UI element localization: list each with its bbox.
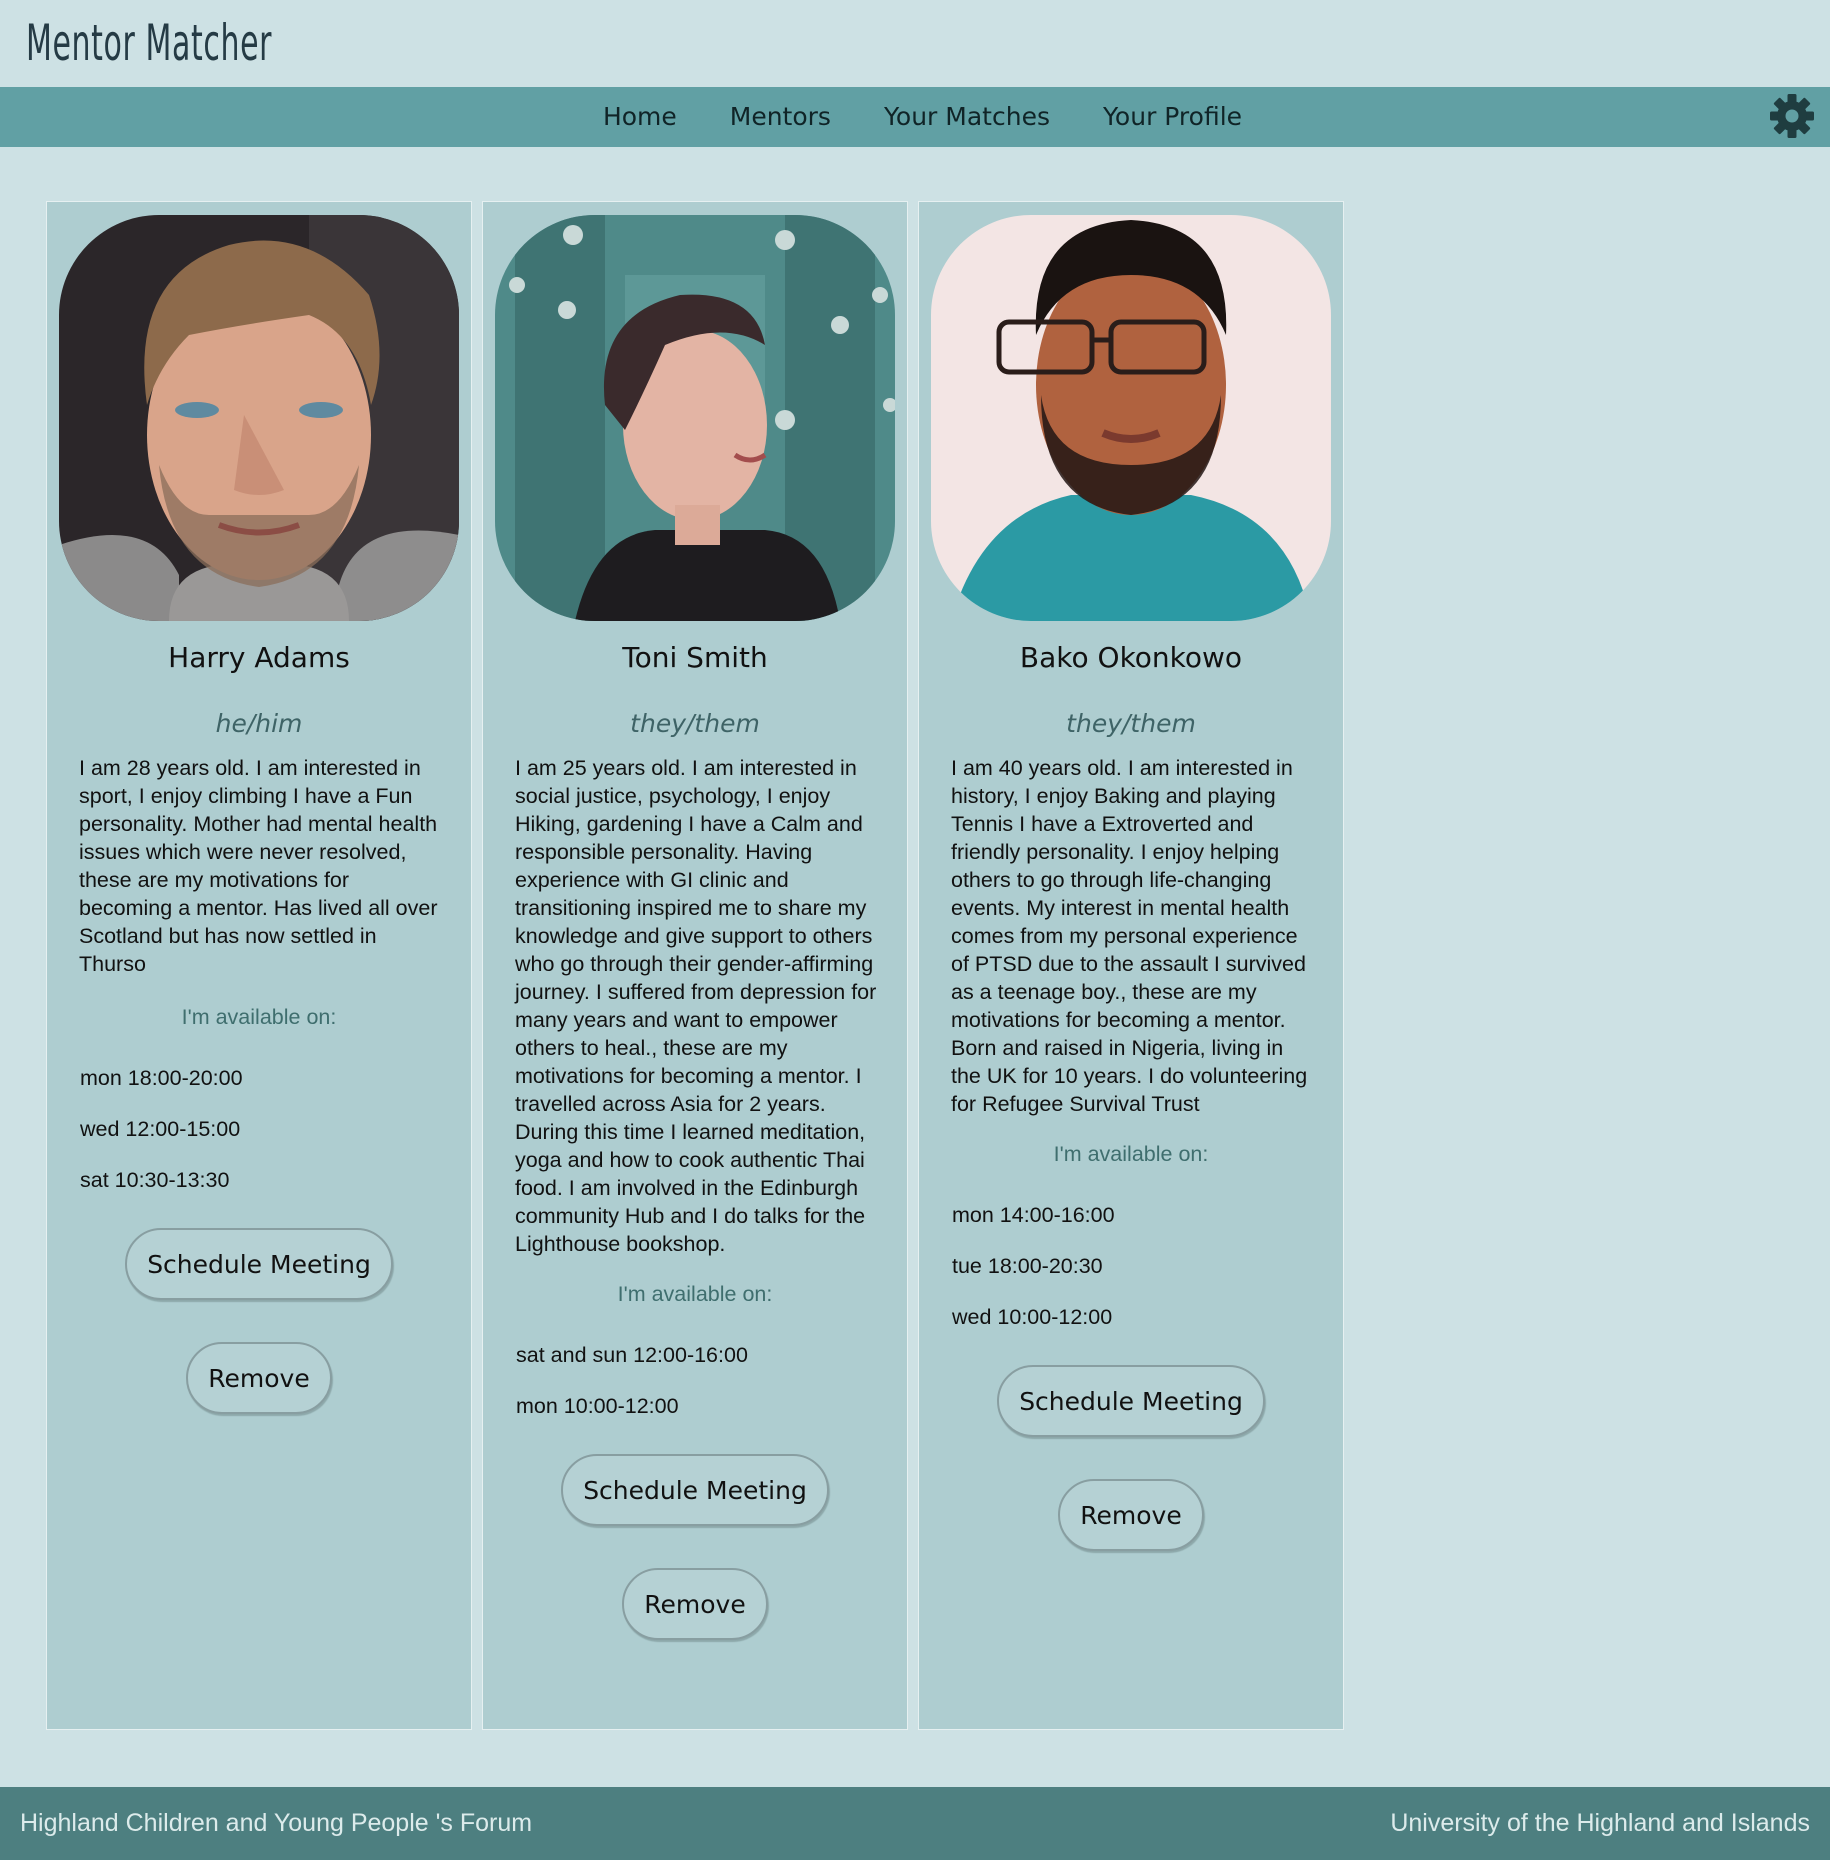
mentor-cards: Harry Adams he/him I am 28 years old. I … xyxy=(46,201,1344,1730)
site-logo[interactable]: Mentor Matcher xyxy=(26,8,436,78)
mentor-name: Bako Okonkowo xyxy=(1019,641,1243,674)
mentor-photo xyxy=(931,215,1331,621)
availability-heading: I'm available on: xyxy=(1053,1142,1209,1166)
schedule-meeting-button[interactable]: Schedule Meeting xyxy=(997,1365,1265,1437)
availability-slot: sat and sun 12:00-16:00 xyxy=(516,1343,748,1367)
mentor-card: Toni Smith they/them I am 25 years old. … xyxy=(482,201,908,1730)
schedule-meeting-button[interactable]: Schedule Meeting xyxy=(125,1228,393,1300)
nav-your-profile[interactable]: Your Profile xyxy=(1103,87,1242,147)
availability-slot: mon 18:00-20:00 xyxy=(80,1066,243,1090)
mentor-name: Harry Adams xyxy=(168,641,350,674)
mentor-pronouns: they/them xyxy=(1066,709,1196,738)
availability-list: sat and sun 12:00-16:00 mon 10:00-12:00 xyxy=(516,1341,907,1443)
availability-slot: wed 10:00-12:00 xyxy=(952,1305,1113,1329)
mentor-pronouns: they/them xyxy=(630,709,760,738)
nav-home[interactable]: Home xyxy=(603,87,677,147)
availability-heading: I'm available on: xyxy=(181,1005,337,1029)
gear-icon[interactable] xyxy=(1768,92,1816,140)
mentor-name: Toni Smith xyxy=(622,641,768,674)
mentor-bio: I am 25 years old. I am interested in so… xyxy=(515,756,877,1256)
mentor-card: Bako Okonkowo they/them I am 40 years ol… xyxy=(918,201,1344,1730)
mentor-photo xyxy=(495,215,895,621)
site-footer: Highland Children and Young People 's Fo… xyxy=(0,1787,1830,1860)
availability-list: mon 14:00-16:00 tue 18:00-20:30 wed 10:0… xyxy=(952,1201,1343,1354)
main-navbar: Home Mentors Your Matches Your Profile xyxy=(0,87,1830,147)
availability-slot: wed 12:00-15:00 xyxy=(80,1117,241,1141)
schedule-meeting-button[interactable]: Schedule Meeting xyxy=(561,1454,829,1526)
availability-slot: sat 10:30-13:30 xyxy=(80,1168,230,1192)
availability-slot: mon 10:00-12:00 xyxy=(516,1394,679,1418)
remove-button[interactable]: Remove xyxy=(622,1568,768,1640)
nav-your-matches[interactable]: Your Matches xyxy=(884,87,1050,147)
mentor-photo xyxy=(59,215,459,621)
site-title: Mentor Matcher xyxy=(26,14,273,72)
mentor-pronouns: he/him xyxy=(215,709,303,738)
footer-university-credit: University of the Highland and Islands xyxy=(1390,1809,1810,1837)
remove-button[interactable]: Remove xyxy=(186,1342,332,1414)
mentor-card: Harry Adams he/him I am 28 years old. I … xyxy=(46,201,472,1730)
mentor-bio: I am 40 years old. I am interested in hi… xyxy=(951,756,1308,1116)
availability-list: mon 18:00-20:00 wed 12:00-15:00 sat 10:3… xyxy=(80,1064,471,1217)
availability-heading: I'm available on: xyxy=(617,1282,773,1306)
availability-slot: tue 18:00-20:30 xyxy=(952,1254,1103,1278)
remove-button[interactable]: Remove xyxy=(1058,1479,1204,1551)
availability-slot: mon 14:00-16:00 xyxy=(952,1203,1115,1227)
footer-forum-credit: Highland Children and Young People 's Fo… xyxy=(20,1809,533,1837)
mentor-bio: I am 28 years old. I am interested in sp… xyxy=(79,756,438,976)
nav-mentors[interactable]: Mentors xyxy=(730,87,831,147)
